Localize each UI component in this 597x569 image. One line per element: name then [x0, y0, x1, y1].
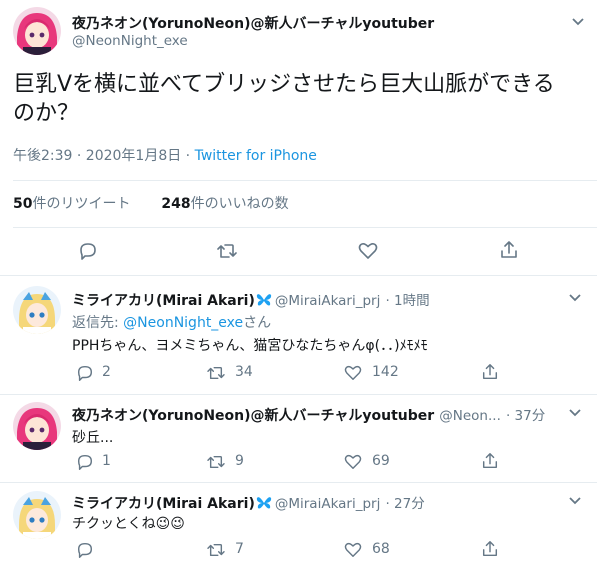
retweets-stat[interactable]: 50件のリツイート [13, 196, 135, 212]
chevron-down-icon[interactable] [568, 293, 582, 303]
reply-count: 1 [102, 453, 111, 469]
retweets-label: 件のリツイート [32, 196, 131, 212]
like-count: 142 [372, 364, 399, 380]
main-tweet-meta: 午後2:39 · 2020年1月8日 · Twitter for iPhone [13, 145, 317, 165]
retweet-icon[interactable] [206, 454, 226, 470]
divider [13, 227, 597, 228]
main-tweet-text-line2: のか？ [13, 101, 80, 126]
reply-count: 2 [102, 364, 111, 380]
main-tweet-text-line1: 巨乳Vを横に並べてブリッジさせたら巨大山脈ができる [13, 72, 555, 97]
share-icon[interactable] [481, 540, 499, 558]
chevron-down-icon[interactable] [568, 408, 582, 418]
reply-header: 夜乃ネオン(YorunoNeon)@新人バーチャルyoutuber @Neon.… [72, 404, 545, 425]
reply-text: チクッとくね [72, 516, 156, 532]
reply-icon[interactable] [76, 364, 94, 382]
chevron-down-icon[interactable] [568, 496, 582, 506]
like-count: 68 [372, 541, 390, 557]
reply-text-row: チクッとくね😉😉 [72, 513, 185, 533]
reply-author-avatar[interactable] [13, 402, 61, 450]
main-author-handle[interactable]: @NeonNight_exe [72, 33, 188, 49]
butterfly-emoji-icon [256, 495, 272, 514]
share-icon[interactable] [481, 363, 499, 381]
share-icon[interactable] [481, 452, 499, 470]
main-author-avatar[interactable] [13, 7, 61, 55]
like-icon[interactable] [344, 542, 362, 558]
main-tweet-source[interactable]: Twitter for iPhone [195, 148, 317, 164]
main-tweet-time[interactable]: 午後2:39 · 2020年1月8日 · [13, 148, 190, 164]
retweets-count: 50 [13, 196, 33, 212]
divider [13, 180, 597, 181]
reply-to: 返信先: @NeonNight_exeさん [72, 312, 271, 332]
reply-to-label: 返信先: [72, 315, 119, 331]
reply-author-handle[interactable]: @MiraiAkari_prj [275, 496, 380, 512]
reply-author-name[interactable]: ミライアカリ(Mirai Akari) [72, 496, 255, 512]
reply-author-avatar[interactable] [13, 286, 61, 334]
reply-time[interactable]: · 27分 [385, 496, 424, 512]
divider [0, 275, 597, 276]
share-icon[interactable] [499, 240, 519, 260]
reply-time[interactable]: · 37分 [506, 408, 545, 424]
like-icon[interactable] [358, 242, 378, 260]
reply-text: PPHちゃん、ヨメミちゃん、猫宮ひなたちゃんφ(．．)ﾒﾓﾒﾓ [72, 338, 428, 354]
main-tweet-text: 巨乳Vを横に並べてブリッジさせたら巨大山脈ができる のか？ [13, 70, 555, 128]
reply-to-suffix: さん [243, 315, 272, 331]
main-author-name[interactable]: 夜乃ネオン(YorunoNeon)@新人バーチャルyoutuber [72, 13, 434, 33]
butterfly-emoji-icon [256, 292, 272, 311]
reply-icon[interactable] [76, 453, 94, 471]
wink-emoji: 😉😉 [155, 516, 185, 532]
reply-to-handle[interactable]: @NeonNight_exe [123, 315, 243, 331]
reply-author-name[interactable]: 夜乃ネオン(YorunoNeon)@新人バーチャルyoutuber [72, 408, 434, 424]
retweet-icon[interactable] [216, 242, 238, 260]
like-icon[interactable] [344, 454, 362, 470]
likes-stat[interactable]: 248件のいいねの数 [161, 196, 288, 212]
divider [0, 482, 597, 483]
likes-label: 件のいいねの数 [190, 196, 289, 212]
reply-author-avatar[interactable] [13, 491, 61, 539]
retweet-count: 34 [235, 364, 253, 380]
reply-icon[interactable] [76, 541, 94, 559]
reply-header: ミライアカリ(Mirai Akari) @MiraiAkari_prj · 27分 [72, 492, 425, 514]
retweet-icon[interactable] [206, 542, 226, 558]
reply-header: ミライアカリ(Mirai Akari) @MiraiAkari_prj · 1時間 [72, 289, 430, 311]
reply-author-handle[interactable]: @MiraiAkari_prj [275, 293, 380, 309]
chevron-down-icon[interactable] [571, 17, 585, 27]
reply-text: 砂丘... [72, 430, 114, 446]
likes-count: 248 [161, 196, 191, 212]
retweet-count: 9 [235, 453, 244, 469]
retweet-icon[interactable] [206, 365, 226, 381]
like-icon[interactable] [344, 365, 362, 381]
divider [0, 394, 597, 395]
like-count: 69 [372, 453, 390, 469]
reply-author-handle[interactable]: @Neon... [439, 408, 501, 424]
retweet-count: 7 [235, 541, 244, 557]
reply-icon[interactable] [78, 241, 98, 261]
reply-time[interactable]: · 1時間 [385, 293, 429, 309]
engagement-stats: 50件のリツイート 248件のいいねの数 [13, 193, 289, 213]
reply-author-name[interactable]: ミライアカリ(Mirai Akari) [72, 293, 255, 309]
